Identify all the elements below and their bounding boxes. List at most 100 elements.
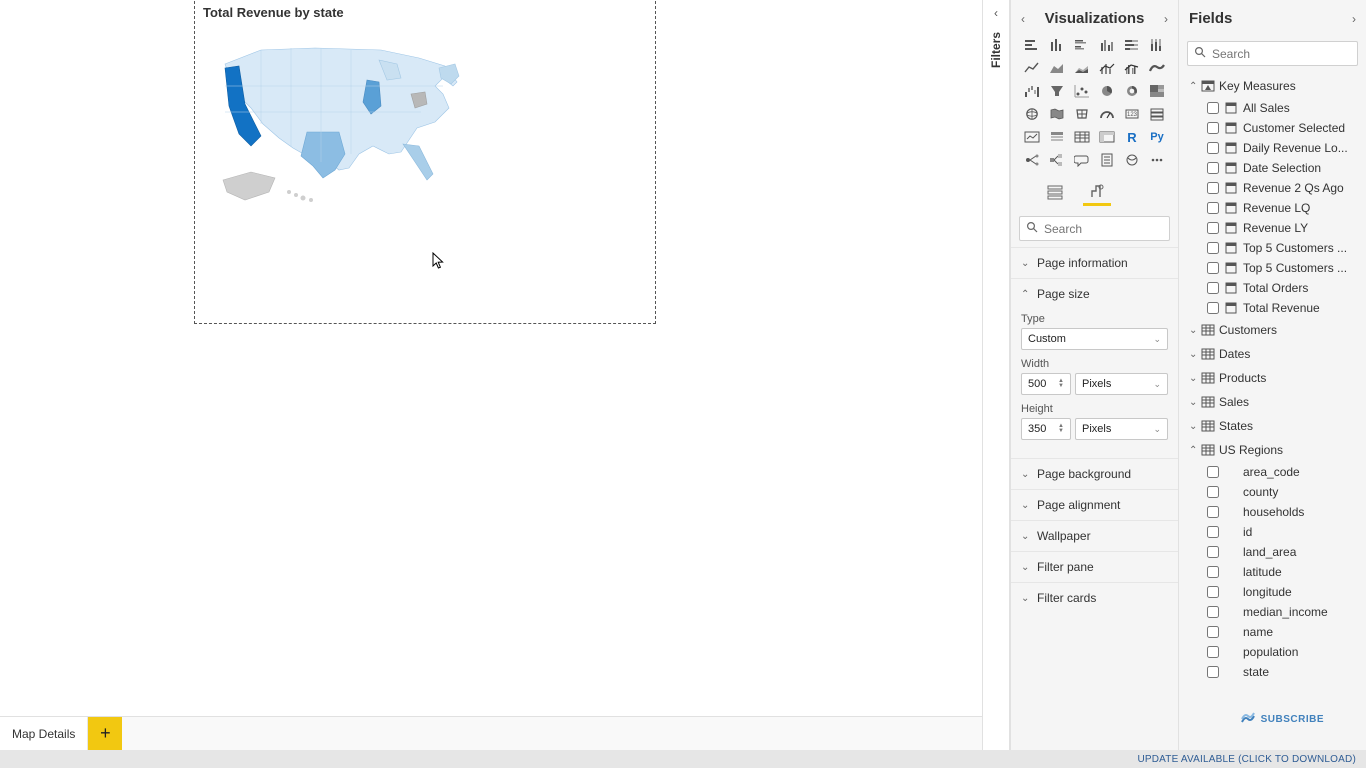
- field-group-header[interactable]: ⌄Customers: [1185, 318, 1360, 342]
- field-item[interactable]: longitude: [1185, 582, 1360, 602]
- field-item[interactable]: Revenue 2 Qs Ago: [1185, 178, 1360, 198]
- hundred-stacked-bar-icon[interactable]: [1121, 35, 1143, 55]
- field-item[interactable]: median_income: [1185, 602, 1360, 622]
- field-checkbox[interactable]: [1207, 302, 1219, 314]
- field-item[interactable]: land_area: [1185, 542, 1360, 562]
- fields-mode-tab[interactable]: [1041, 180, 1069, 206]
- card-icon[interactable]: 123: [1121, 104, 1143, 124]
- field-item[interactable]: county: [1185, 482, 1360, 502]
- report-canvas[interactable]: Total Revenue by state: [0, 0, 982, 768]
- fields-search-input[interactable]: [1212, 47, 1366, 61]
- page-type-select[interactable]: Custom ⌄: [1021, 328, 1168, 350]
- field-checkbox[interactable]: [1207, 182, 1219, 194]
- field-item[interactable]: Date Selection: [1185, 158, 1360, 178]
- field-item[interactable]: Revenue LQ: [1185, 198, 1360, 218]
- decomposition-tree-icon[interactable]: [1046, 150, 1068, 170]
- viz-search-input[interactable]: [1044, 222, 1178, 236]
- field-checkbox[interactable]: [1207, 222, 1219, 234]
- field-checkbox[interactable]: [1207, 526, 1219, 538]
- spinner-icon[interactable]: ▲▼: [1058, 379, 1064, 389]
- field-item[interactable]: name: [1185, 622, 1360, 642]
- field-item[interactable]: Top 5 Customers ...: [1185, 258, 1360, 278]
- add-page-button[interactable]: +: [88, 717, 122, 750]
- field-item[interactable]: latitude: [1185, 562, 1360, 582]
- line-clustered-column-icon[interactable]: [1121, 58, 1143, 78]
- field-item[interactable]: All Sales: [1185, 98, 1360, 118]
- field-item[interactable]: Total Revenue: [1185, 298, 1360, 318]
- shape-map-icon[interactable]: [1071, 104, 1093, 124]
- gauge-icon[interactable]: [1096, 104, 1118, 124]
- hundred-stacked-column-icon[interactable]: [1146, 35, 1168, 55]
- width-unit-select[interactable]: Pixels ⌄: [1075, 373, 1168, 395]
- field-group-header[interactable]: ⌄Products: [1185, 366, 1360, 390]
- treemap-icon[interactable]: [1146, 81, 1168, 101]
- qa-visual-icon[interactable]: [1071, 150, 1093, 170]
- field-checkbox[interactable]: [1207, 262, 1219, 274]
- field-checkbox[interactable]: [1207, 466, 1219, 478]
- stacked-area-icon[interactable]: [1071, 58, 1093, 78]
- map-icon[interactable]: [1021, 104, 1043, 124]
- funnel-icon[interactable]: [1046, 81, 1068, 101]
- page-information-section[interactable]: ⌄ Page information: [1011, 248, 1178, 278]
- fields-collapse-icon[interactable]: ›: [1352, 12, 1356, 26]
- filled-map-icon[interactable]: [1046, 104, 1068, 124]
- field-item[interactable]: population: [1185, 642, 1360, 662]
- field-group-header[interactable]: ⌄States: [1185, 414, 1360, 438]
- r-visual-icon[interactable]: R: [1121, 127, 1143, 147]
- field-item[interactable]: state: [1185, 662, 1360, 682]
- update-available-link[interactable]: UPDATE AVAILABLE (CLICK TO DOWNLOAD): [1137, 754, 1356, 765]
- page-size-section[interactable]: ⌃ Page size: [1011, 279, 1178, 309]
- area-chart-icon[interactable]: [1046, 58, 1068, 78]
- paginated-report-icon[interactable]: [1096, 150, 1118, 170]
- field-item[interactable]: area_code: [1185, 462, 1360, 482]
- field-checkbox[interactable]: [1207, 586, 1219, 598]
- field-checkbox[interactable]: [1207, 606, 1219, 618]
- field-group-header[interactable]: ⌄Sales: [1185, 390, 1360, 414]
- stacked-bar-icon[interactable]: [1021, 35, 1043, 55]
- stacked-column-icon[interactable]: [1046, 35, 1068, 55]
- viz-search-box[interactable]: [1019, 216, 1170, 241]
- line-chart-icon[interactable]: [1021, 58, 1043, 78]
- field-item[interactable]: Top 5 Customers ...: [1185, 238, 1360, 258]
- matrix-icon[interactable]: [1096, 127, 1118, 147]
- filter-cards-section[interactable]: ⌄Filter cards: [1011, 583, 1178, 613]
- field-item[interactable]: Total Orders: [1185, 278, 1360, 298]
- field-checkbox[interactable]: [1207, 566, 1219, 578]
- kpi-icon[interactable]: [1021, 127, 1043, 147]
- more-visuals-icon[interactable]: [1146, 150, 1168, 170]
- filters-pane-collapsed[interactable]: ‹ Filters: [982, 0, 1010, 768]
- fields-search-box[interactable]: [1187, 41, 1358, 66]
- waterfall-icon[interactable]: [1021, 81, 1043, 101]
- field-checkbox[interactable]: [1207, 666, 1219, 678]
- viz-collapse-right-icon[interactable]: ›: [1164, 12, 1168, 26]
- us-choropleth-map[interactable]: [211, 28, 471, 208]
- page-alignment-section[interactable]: ⌄Page alignment: [1011, 490, 1178, 520]
- field-checkbox[interactable]: [1207, 122, 1219, 134]
- width-input[interactable]: 500 ▲▼: [1021, 373, 1071, 395]
- line-stacked-column-icon[interactable]: [1096, 58, 1118, 78]
- wallpaper-section[interactable]: ⌄Wallpaper: [1011, 521, 1178, 551]
- python-visual-icon[interactable]: Py: [1146, 127, 1168, 147]
- donut-icon[interactable]: [1121, 81, 1143, 101]
- field-checkbox[interactable]: [1207, 102, 1219, 114]
- format-mode-tab[interactable]: [1083, 180, 1111, 206]
- field-item[interactable]: Daily Revenue Lo...: [1185, 138, 1360, 158]
- field-checkbox[interactable]: [1207, 646, 1219, 658]
- clustered-bar-icon[interactable]: [1071, 35, 1093, 55]
- field-group-header[interactable]: ⌃US Regions: [1185, 438, 1360, 462]
- table-icon[interactable]: [1071, 127, 1093, 147]
- field-item[interactable]: Customer Selected: [1185, 118, 1360, 138]
- ribbon-chart-icon[interactable]: [1146, 58, 1168, 78]
- field-group-header[interactable]: ⌄Dates: [1185, 342, 1360, 366]
- clustered-column-icon[interactable]: [1096, 35, 1118, 55]
- field-checkbox[interactable]: [1207, 626, 1219, 638]
- field-checkbox[interactable]: [1207, 142, 1219, 154]
- field-item[interactable]: id: [1185, 522, 1360, 542]
- map-visual-frame[interactable]: Total Revenue by state: [194, 0, 656, 324]
- pie-icon[interactable]: [1096, 81, 1118, 101]
- multi-row-card-icon[interactable]: [1146, 104, 1168, 124]
- field-checkbox[interactable]: [1207, 506, 1219, 518]
- field-checkbox[interactable]: [1207, 546, 1219, 558]
- field-item[interactable]: Revenue LY: [1185, 218, 1360, 238]
- field-checkbox[interactable]: [1207, 282, 1219, 294]
